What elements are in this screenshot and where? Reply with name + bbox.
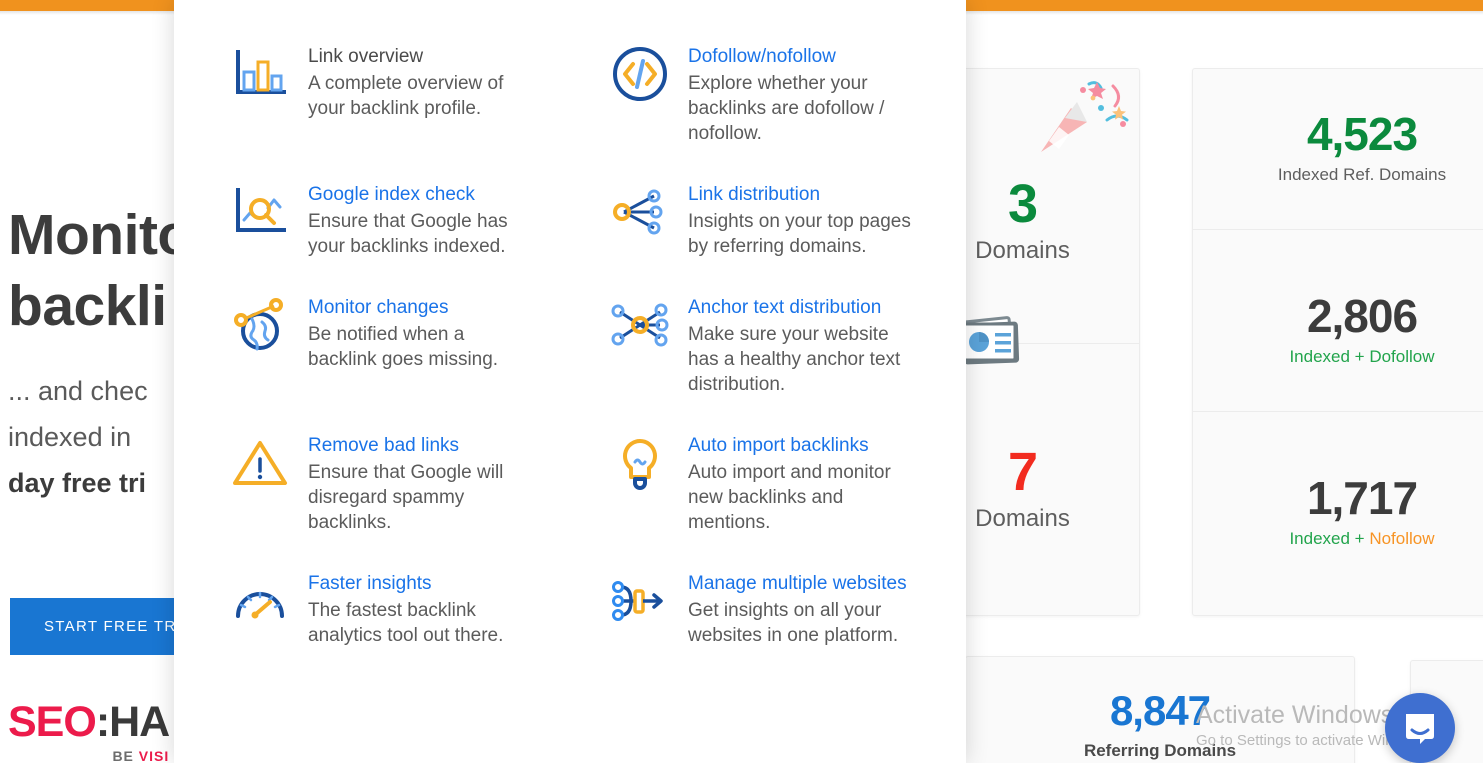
feature-description: The fastest backlink analytics tool out …	[308, 600, 504, 646]
feature-text: Monitor changes Be notified when a backl…	[308, 293, 534, 397]
stat-a-bottom-label: Domains	[975, 505, 1070, 532]
stat-card-right: 4,523 Indexed Ref. Domains 2,806 Indexed…	[1192, 68, 1483, 616]
feature-text: Link distribution Insights on your top p…	[688, 180, 914, 259]
feature-description: Auto import and monitor new backlinks an…	[688, 462, 891, 533]
stat-a-top-number: 3	[1007, 174, 1038, 234]
feature-text: Dofollow/nofollow Explore whether your b…	[688, 42, 914, 146]
feature-text: Faster insights The fastest backlink ana…	[308, 569, 534, 648]
card-b-divider-2	[1193, 411, 1483, 412]
anchor-network-icon	[608, 293, 672, 357]
logo-wordmark-red: SEO	[8, 698, 97, 746]
feature-title[interactable]: Remove bad links	[308, 433, 534, 459]
feature-title[interactable]: Link distribution	[688, 182, 914, 208]
warning-triangle-icon	[228, 431, 292, 495]
seohacker-logo[interactable]: SEO:HA BE VISI	[8, 698, 170, 763]
feature-item-link-distribution[interactable]: Link distribution Insights on your top p…	[570, 180, 950, 293]
feature-description: Ensure that Google has your backlinks in…	[308, 211, 508, 257]
feature-description: Make sure your website has a healthy anc…	[688, 324, 901, 395]
party-popper-icon	[1035, 78, 1140, 158]
logo-tagline-accent: VISI	[138, 748, 170, 763]
hero-sub-line-2: indexed in	[8, 422, 132, 452]
feature-title[interactable]: Monitor changes	[308, 295, 534, 321]
hero-sub-line-1: ... and chec	[8, 376, 148, 406]
feature-text: Remove bad links Ensure that Google will…	[308, 431, 534, 535]
share-nodes-icon	[608, 180, 672, 244]
chat-bubble-icon	[1406, 714, 1434, 744]
stat-b-row-1-number: 2,806	[1306, 290, 1418, 342]
feature-item-remove-bad-links[interactable]: Remove bad links Ensure that Google will…	[190, 431, 570, 569]
feature-title[interactable]: Manage multiple websites	[688, 571, 914, 597]
feature-text: Google index check Ensure that Google ha…	[308, 180, 534, 259]
chart-magnifier-icon	[228, 180, 292, 244]
feature-item-faster-insights[interactable]: Faster insights The fastest backlink ana…	[190, 569, 570, 682]
feature-item-monitor-changes[interactable]: Monitor changes Be notified when a backl…	[190, 293, 570, 431]
feature-title[interactable]: Dofollow/nofollow	[688, 44, 914, 70]
stat-b-row-2-label-suffix: Nofollow	[1369, 529, 1435, 548]
hero-heading-line-2: backli	[8, 274, 167, 338]
feature-title[interactable]: Anchor text distribution	[688, 295, 914, 321]
logo-tagline-plain: BE	[112, 748, 139, 763]
stat-b-row-2-number: 1,717	[1306, 472, 1418, 524]
stat-b-row-2-label-prefix: Indexed +	[1289, 529, 1370, 548]
feature-title[interactable]: Faster insights	[308, 571, 534, 597]
feature-description: Be notified when a backlink goes missing…	[308, 324, 499, 370]
features-grid: Link overview A complete overview of you…	[174, 0, 966, 682]
bar-chart-icon	[228, 42, 292, 106]
stat-b-row-0-label: Indexed Ref. Domains	[1277, 165, 1447, 184]
feature-item-manage-multiple-websites[interactable]: Manage multiple websites Get insights on…	[570, 569, 950, 682]
page-root: Monitor backli ... and chec indexed in d…	[0, 0, 1483, 763]
feature-text: Auto import backlinks Auto import and mo…	[688, 431, 914, 535]
multi-site-merge-icon	[608, 569, 672, 633]
stat-b-row-1-label-prefix: Indexed +	[1289, 347, 1370, 366]
feature-description: Get insights on all your websites in one…	[688, 600, 899, 646]
stat-a-bottom-number: 7	[1007, 442, 1038, 502]
feature-title[interactable]: Auto import backlinks	[688, 433, 914, 459]
stat-b-row-0-number: 4,523	[1306, 108, 1418, 160]
stat-a-top-label: Domains	[975, 237, 1070, 264]
feature-text: Anchor text distribution Make sure your …	[688, 293, 914, 397]
logo-wordmark-dark: :HA	[95, 698, 170, 746]
feature-item-anchor-text-distribution[interactable]: Anchor text distribution Make sure your …	[570, 293, 950, 431]
stat-b-row-1-label-suffix: Dofollow	[1369, 347, 1435, 366]
lightbulb-icon	[608, 431, 672, 495]
code-brackets-circle-icon	[608, 42, 672, 106]
feature-description: Ensure that Google will disregard spammy…	[308, 462, 504, 533]
logo-tagline: BE VISI	[8, 748, 169, 763]
feature-item-dofollow-nofollow[interactable]: Dofollow/nofollow Explore whether your b…	[570, 42, 950, 180]
feature-text: Manage multiple websites Get insights on…	[688, 569, 914, 648]
chat-launcher-button[interactable]	[1385, 693, 1455, 763]
feature-text: Link overview A complete overview of you…	[308, 42, 534, 146]
news-articles-icon	[955, 310, 1040, 380]
feature-item-google-index-check[interactable]: Google index check Ensure that Google ha…	[190, 180, 570, 293]
feature-description: Explore whether your backlinks are dofol…	[688, 73, 885, 144]
speedometer-icon	[228, 569, 292, 633]
feature-item-auto-import-backlinks[interactable]: Auto import backlinks Auto import and mo…	[570, 431, 950, 569]
logo-wordmark: SEO:HA	[8, 698, 170, 746]
card-b-divider-1	[1193, 229, 1483, 230]
globe-pin-icon	[228, 293, 292, 357]
stat-b-row-2-label: Indexed + Nofollow	[1289, 529, 1434, 548]
feature-item-link-overview[interactable]: Link overview A complete overview of you…	[190, 42, 570, 180]
feature-description: Insights on your top pages by referring …	[688, 211, 911, 257]
feature-title: Link overview	[308, 46, 424, 67]
feature-title[interactable]: Google index check	[308, 182, 534, 208]
feature-description: A complete overview of your backlink pro…	[308, 73, 504, 119]
features-overlay-panel: Link overview A complete overview of you…	[174, 0, 966, 763]
hero-sub-line-3: day free tri	[8, 468, 147, 498]
stat-b-row-1-label: Indexed + Dofollow	[1289, 347, 1434, 366]
